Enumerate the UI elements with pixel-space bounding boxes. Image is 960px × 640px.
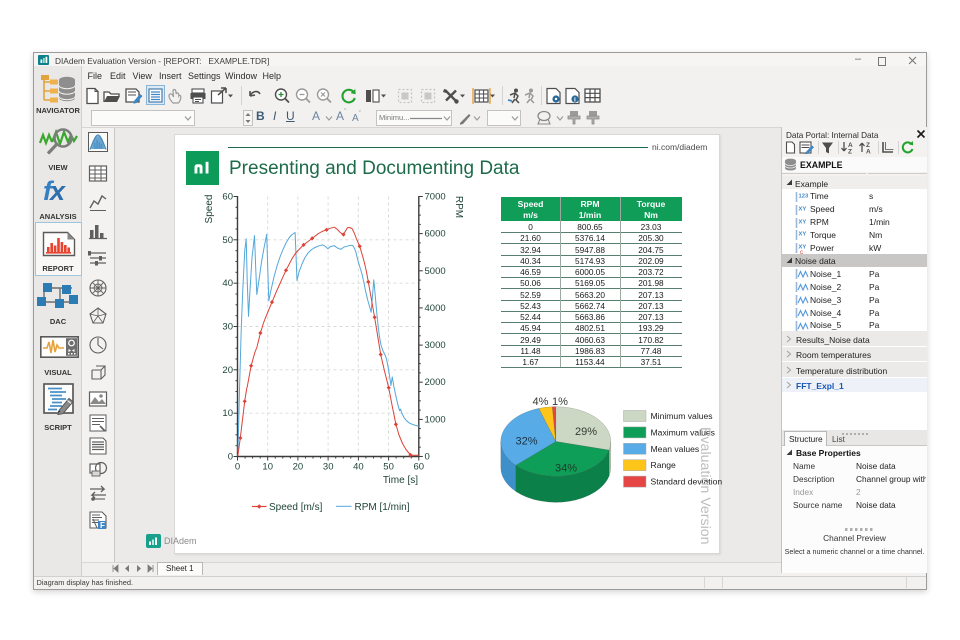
svg-text:34%: 34% — [555, 463, 577, 475]
svg-text:Time [s]: Time [s] — [383, 475, 418, 486]
svg-text:RPM: RPM — [453, 196, 464, 218]
svg-text:Speed: Speed — [204, 195, 215, 224]
svg-text:10: 10 — [222, 408, 233, 419]
svg-text:A: A — [866, 149, 871, 155]
svg-text:2000: 2000 — [425, 377, 446, 388]
svg-text:Range: Range — [651, 460, 677, 470]
svg-text:50: 50 — [383, 462, 394, 473]
svg-text:50: 50 — [222, 235, 233, 246]
svg-text:i: i — [574, 96, 576, 103]
svg-text:0: 0 — [235, 462, 240, 473]
svg-text:1%: 1% — [552, 396, 568, 408]
svg-text:30: 30 — [222, 322, 233, 333]
svg-text:0: 0 — [228, 452, 233, 463]
svg-text:RPM [1/min]: RPM [1/min] — [355, 502, 410, 513]
svg-text:40: 40 — [222, 278, 233, 289]
svg-text:6000: 6000 — [425, 229, 446, 240]
svg-text:XY: XY — [799, 232, 807, 238]
svg-text:3000: 3000 — [425, 340, 446, 351]
svg-text:Speed [m/s]: Speed [m/s] — [269, 502, 323, 513]
svg-text:60: 60 — [222, 192, 233, 203]
svg-text:1000: 1000 — [425, 414, 446, 425]
svg-text:7000: 7000 — [425, 192, 446, 203]
svg-text:XY: XY — [799, 206, 807, 212]
svg-text:40: 40 — [353, 462, 364, 473]
svg-text:30: 30 — [323, 462, 334, 473]
svg-text:XY: XY — [799, 219, 807, 225]
svg-text:20: 20 — [222, 365, 233, 376]
svg-text:60: 60 — [414, 462, 425, 473]
svg-text:0: 0 — [425, 452, 430, 463]
svg-text:32%: 32% — [516, 436, 538, 448]
svg-text:Mean values: Mean values — [651, 444, 700, 454]
svg-text:4%: 4% — [533, 396, 549, 408]
svg-text:123: 123 — [799, 193, 809, 199]
svg-text:4000: 4000 — [425, 303, 446, 314]
svg-text:Z: Z — [848, 149, 852, 155]
svg-text:5000: 5000 — [425, 266, 446, 277]
svg-text:29%: 29% — [575, 426, 597, 438]
svg-text:10: 10 — [262, 462, 273, 473]
svg-text:Minimum values: Minimum values — [651, 411, 713, 421]
svg-text:F: F — [100, 521, 105, 530]
svg-text:20: 20 — [293, 462, 304, 473]
